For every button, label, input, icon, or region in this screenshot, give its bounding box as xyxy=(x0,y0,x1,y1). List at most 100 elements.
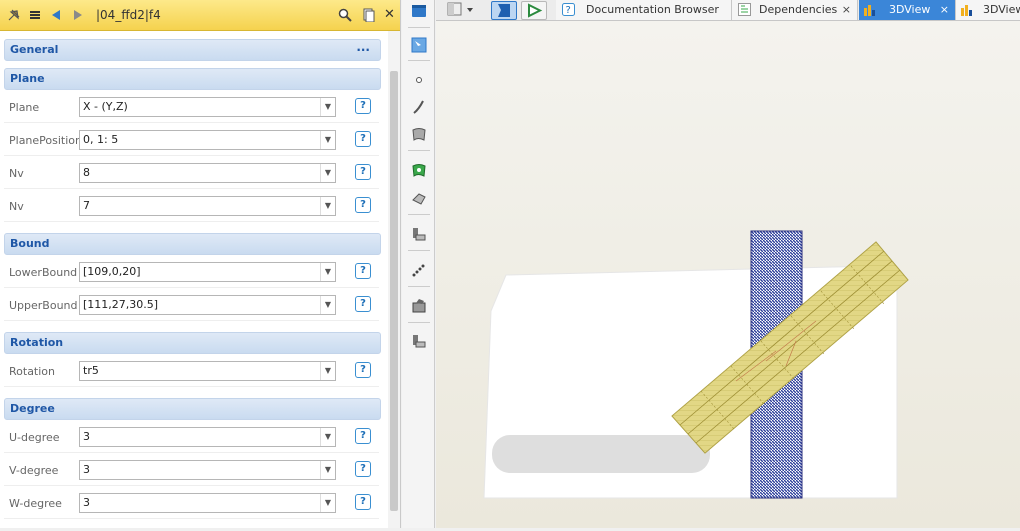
tab-label: Documentation Browser xyxy=(586,3,719,16)
tab-3dview-active[interactable]: 3DView × xyxy=(859,0,956,20)
tab-documentation-browser[interactable]: ? Documentation Browser xyxy=(556,0,732,20)
svg-text:?: ? xyxy=(566,5,571,16)
tab-bar: ? Documentation Browser Dependencies × 3… xyxy=(436,0,1020,21)
help-icon: ? xyxy=(562,3,575,16)
help-button[interactable]: ? xyxy=(355,494,371,510)
section-plane[interactable]: Plane xyxy=(4,68,381,90)
surface-icon[interactable] xyxy=(411,126,427,142)
pin-icon[interactable] xyxy=(7,8,21,25)
property-label: Rotation xyxy=(9,365,56,378)
section-title: Rotation xyxy=(10,336,64,349)
tool-divider xyxy=(408,27,430,28)
points-line-icon[interactable] xyxy=(411,262,427,278)
help-button[interactable]: ? xyxy=(355,263,371,279)
help-button[interactable]: ? xyxy=(355,461,371,477)
shape-icon[interactable] xyxy=(411,298,427,314)
dropdown-arrow-icon[interactable]: ▼ xyxy=(320,494,335,512)
dropdown-arrow-icon[interactable]: ▼ xyxy=(320,362,335,380)
tab-3dview[interactable]: 3DView xyxy=(956,0,1020,20)
property-label: PlanePosition xyxy=(9,134,82,147)
help-button[interactable]: ? xyxy=(355,197,371,213)
chart-icon xyxy=(864,5,875,16)
curve-icon[interactable] xyxy=(411,99,427,115)
nv-field-2[interactable]: 7 ▼ xyxy=(79,196,336,216)
property-row-v-degree: V-degree 3 ▼ ? xyxy=(4,455,379,486)
panel-header: |04_ffd2|f4 ✕ xyxy=(0,0,400,31)
property-value: 7 xyxy=(83,199,90,212)
property-value: [109,0,20] xyxy=(83,265,141,278)
window-icon[interactable] xyxy=(411,3,427,19)
forward-arrow-icon[interactable] xyxy=(71,8,85,25)
property-row-lower-bound: LowerBound [109,0,20] ▼ ? xyxy=(4,257,379,288)
w-degree-select[interactable]: 3 ▼ xyxy=(79,493,336,513)
more-options-button[interactable]: ... xyxy=(356,40,370,54)
plane-position-field[interactable]: 0, 1: 5 ▼ xyxy=(79,130,336,150)
dropdown-arrow-icon[interactable]: ▼ xyxy=(320,131,335,149)
constraint-icon[interactable] xyxy=(411,333,427,349)
3d-mode-button[interactable] xyxy=(491,1,517,20)
tab-label: Dependencies xyxy=(759,3,838,16)
dropdown-arrow-icon[interactable]: ▼ xyxy=(320,461,335,479)
help-button[interactable]: ? xyxy=(355,296,371,312)
tool-divider xyxy=(408,322,430,323)
back-arrow-icon[interactable] xyxy=(49,8,63,25)
scrollbar-thumb[interactable] xyxy=(390,71,398,511)
nv-field[interactable]: 8 ▼ xyxy=(79,163,336,183)
tab-label: 3DView xyxy=(983,3,1020,16)
rotation-select[interactable]: tr5 ▼ xyxy=(79,361,336,381)
close-tab-icon[interactable]: × xyxy=(842,0,851,20)
help-button[interactable]: ? xyxy=(355,362,371,378)
section-title: Degree xyxy=(10,402,55,415)
tool-divider xyxy=(408,60,430,61)
close-icon[interactable]: ✕ xyxy=(384,8,395,22)
menu-icon[interactable] xyxy=(28,8,42,25)
section-title: Plane xyxy=(10,72,45,85)
v-degree-select[interactable]: 3 ▼ xyxy=(79,460,336,480)
lower-bound-field[interactable]: [109,0,20] ▼ xyxy=(79,262,336,282)
section-degree[interactable]: Degree xyxy=(4,398,381,420)
copy-icon[interactable] xyxy=(361,8,375,25)
panel-scrollbar[interactable] xyxy=(388,31,400,528)
section-rotation[interactable]: Rotation xyxy=(4,332,381,354)
3d-scene[interactable] xyxy=(436,21,1020,528)
3d-viewport[interactable] xyxy=(436,21,1020,528)
select-icon[interactable] xyxy=(411,37,427,53)
search-icon[interactable] xyxy=(338,8,352,25)
dropdown-arrow-icon[interactable]: ▼ xyxy=(320,164,335,182)
property-list: General ... Plane Plane X - (Y,Z) ▼ ? Pla… xyxy=(0,31,387,528)
dropdown-arrow-icon[interactable]: ▼ xyxy=(320,296,335,314)
help-button[interactable]: ? xyxy=(355,428,371,444)
solid-icon[interactable] xyxy=(411,190,427,206)
layout-menu[interactable] xyxy=(446,1,476,18)
property-value: 0, 1: 5 xyxy=(83,133,119,146)
play-button[interactable] xyxy=(521,1,547,20)
upper-bound-field[interactable]: [111,27,30.5] ▼ xyxy=(79,295,336,315)
u-degree-select[interactable]: 3 ▼ xyxy=(79,427,336,447)
help-button[interactable]: ? xyxy=(355,164,371,180)
property-row-nv-2: Nv 7 ▼ ? xyxy=(4,191,379,222)
property-row-w-degree: W-degree 3 ▼ ? xyxy=(4,488,379,519)
property-label: U-degree xyxy=(9,431,60,444)
property-label: Nv xyxy=(9,167,24,180)
play-icon xyxy=(528,3,543,18)
property-value: X - (Y,Z) xyxy=(83,100,128,113)
part-slot xyxy=(492,435,710,473)
dropdown-arrow-icon[interactable]: ▼ xyxy=(320,428,335,446)
close-tab-icon[interactable]: × xyxy=(940,0,949,20)
point-icon[interactable] xyxy=(411,72,427,88)
help-button[interactable]: ? xyxy=(355,131,371,147)
constraint-icon[interactable] xyxy=(411,226,427,242)
spline-icon[interactable] xyxy=(411,162,427,178)
section-general[interactable]: General ... xyxy=(4,39,381,61)
dropdown-arrow-icon[interactable]: ▼ xyxy=(320,197,335,215)
property-row-nv: Nv 8 ▼ ? xyxy=(4,158,379,189)
dropdown-arrow-icon[interactable]: ▼ xyxy=(320,98,335,116)
section-bound[interactable]: Bound xyxy=(4,233,381,255)
tool-strip xyxy=(402,0,435,528)
dropdown-arrow-icon[interactable]: ▼ xyxy=(320,263,335,281)
help-button[interactable]: ? xyxy=(355,98,371,114)
tab-dependencies[interactable]: Dependencies × xyxy=(732,0,858,20)
property-row-u-degree: U-degree 3 ▼ ? xyxy=(4,422,379,453)
property-value: 3 xyxy=(83,430,90,443)
plane-select[interactable]: X - (Y,Z) ▼ xyxy=(79,97,336,117)
